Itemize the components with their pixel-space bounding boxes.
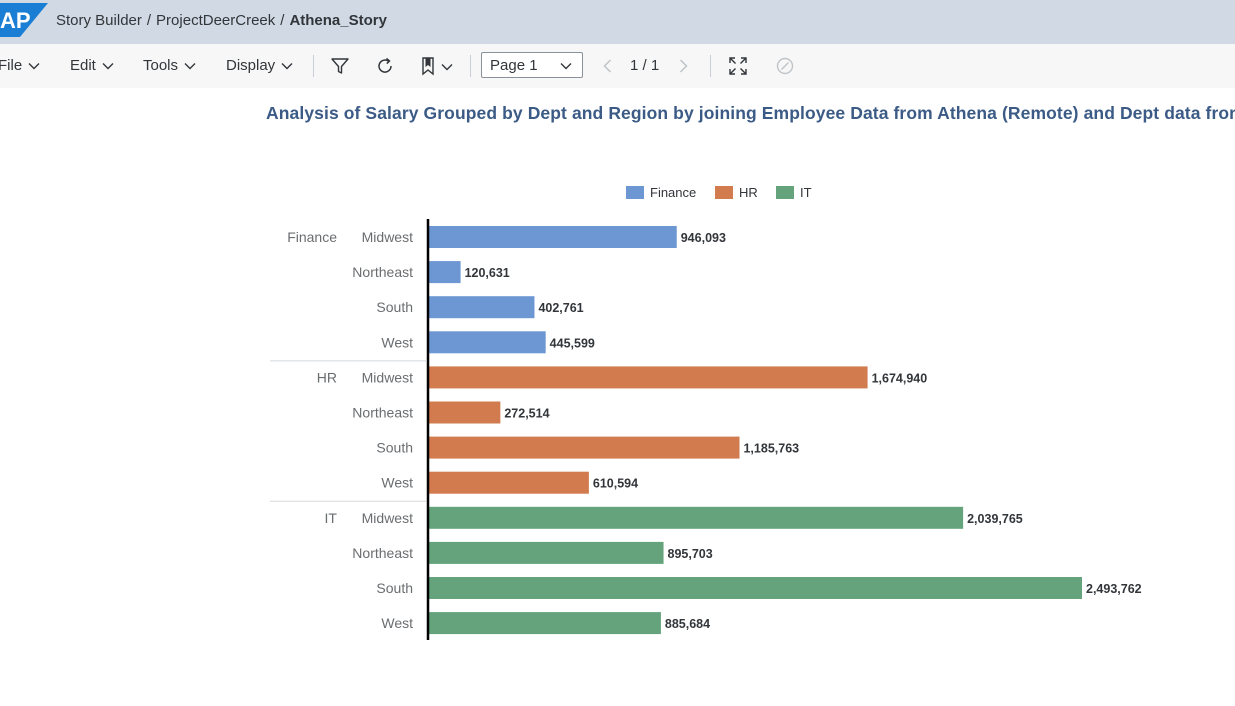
category-label: South (376, 440, 413, 456)
bar-finance-west[interactable] (429, 331, 546, 354)
data-label: 1,674,940 (872, 371, 928, 385)
category-label: South (376, 299, 413, 315)
bar-finance-midwest[interactable] (429, 226, 677, 248)
category-label: Northeast (352, 545, 413, 561)
category-label: West (381, 615, 413, 631)
bar-chart: Finance Midwest 946,093 Northeast 120,631 Sou… (270, 219, 1142, 640)
data-label: 272,514 (504, 407, 549, 421)
data-label: 946,093 (681, 231, 726, 245)
bar-finance-northeast[interactable] (429, 261, 461, 284)
data-label: 2,039,765 (967, 512, 1023, 526)
group-label-it: IT (325, 510, 338, 526)
data-label: 1,185,763 (743, 442, 799, 456)
category-label: Northeast (352, 405, 413, 421)
bar-hr-south[interactable] (429, 436, 740, 459)
bar-hr-west[interactable] (429, 471, 589, 494)
bar-it-midwest[interactable] (429, 506, 964, 529)
category-label: Midwest (362, 510, 413, 526)
category-label: Midwest (362, 229, 413, 245)
category-label: Midwest (362, 369, 413, 385)
category-label: South (376, 580, 413, 596)
bar-it-west[interactable] (429, 612, 661, 635)
group-label-hr: HR (317, 369, 337, 385)
data-label: 610,594 (593, 477, 638, 491)
bar-it-south[interactable] (429, 577, 1082, 599)
data-label: 895,703 (668, 547, 713, 561)
data-label: 402,761 (538, 301, 583, 315)
bar-it-northeast[interactable] (429, 541, 664, 564)
category-label: Northeast (352, 264, 413, 280)
data-label: 2,493,762 (1086, 582, 1142, 596)
data-label: 120,631 (465, 266, 510, 280)
bar-finance-south[interactable] (429, 296, 535, 319)
data-label: 445,599 (550, 336, 595, 350)
category-label: West (381, 334, 413, 350)
category-label: West (381, 475, 413, 491)
data-label: 885,684 (665, 617, 710, 631)
bar-hr-northeast[interactable] (429, 401, 501, 424)
group-label-finance: Finance (287, 229, 337, 245)
bar-hr-midwest[interactable] (429, 366, 868, 389)
